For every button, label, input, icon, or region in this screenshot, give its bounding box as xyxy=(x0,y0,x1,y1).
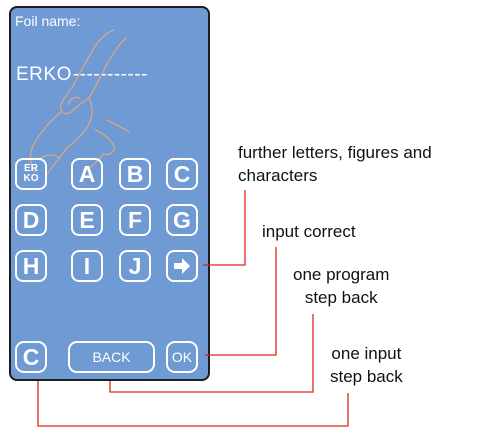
leader-input-step-back xyxy=(37,381,349,427)
callout-program-back-line1: one program xyxy=(293,265,390,284)
callout-program-step-back: one program step back xyxy=(293,263,389,309)
callout-input-back-line2: step back xyxy=(330,367,403,386)
leader-input-correct xyxy=(205,247,277,356)
callout-further-line2: characters xyxy=(238,166,318,185)
leader-program-step-back xyxy=(109,314,314,393)
callout-input-step-back: one input step back xyxy=(330,342,403,388)
callout-leader-lines xyxy=(37,190,349,427)
leader-further-letters xyxy=(203,190,246,266)
callout-program-back-line2: step back xyxy=(304,288,378,307)
callout-input-back-line1: one input xyxy=(331,344,402,363)
callout-input-correct: input correct xyxy=(262,222,356,241)
callout-further-letters: further letters, figures and characters xyxy=(238,141,432,187)
operating-instructions-figure: Foil name: ERKO----------- ER KO A B C D… xyxy=(0,0,482,430)
callout-further-line1: further letters, figures and xyxy=(238,143,432,162)
